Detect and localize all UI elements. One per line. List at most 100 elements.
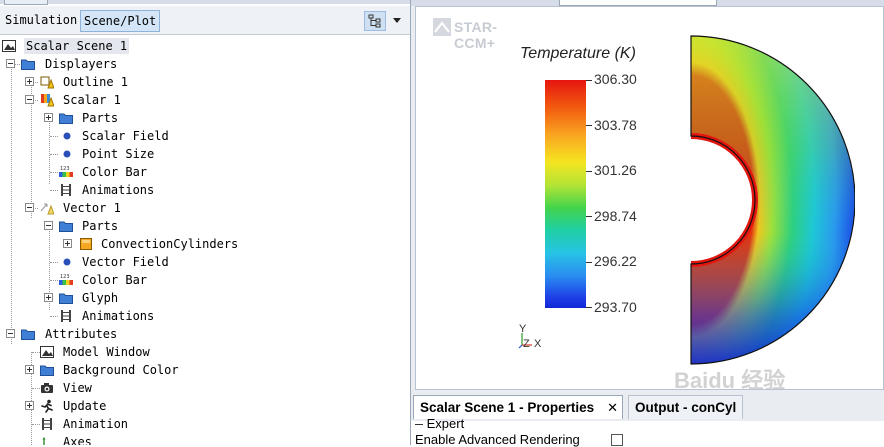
- folder-icon: [40, 365, 54, 376]
- tree-node-animation[interactable]: Animation: [0, 415, 410, 433]
- tree-label: View: [63, 381, 92, 395]
- tree-node-view[interactable]: View: [0, 379, 410, 397]
- tree-label: Background Color: [63, 363, 179, 377]
- camera-icon: [41, 383, 53, 393]
- tree-node-outline-1[interactable]: Outline 1: [0, 73, 410, 91]
- graphics-viewport[interactable]: STAR-CCM+ Temperature (K) 306.30 303.78 …: [415, 6, 884, 390]
- enable-advanced-rendering-checkbox[interactable]: [611, 434, 623, 446]
- starccm-logo-icon: [433, 18, 451, 36]
- color-bar-tick: [586, 125, 592, 126]
- tab-properties-label: Scalar Scene 1 - Properties: [420, 400, 595, 415]
- tree-node-displayers[interactable]: Displayers: [0, 55, 410, 73]
- tree-label: Glyph: [82, 291, 119, 305]
- tree-node-scalar-animations[interactable]: Animations: [0, 181, 410, 199]
- tree-node-axes[interactable]: Axes: [0, 433, 410, 445]
- expand-toggle[interactable]: [25, 401, 34, 410]
- expand-toggle[interactable]: [44, 293, 53, 302]
- scene-tree: Scalar Scene 1 Displayers Outline 1 Scal…: [0, 36, 410, 445]
- collapse-section-icon: [415, 424, 423, 426]
- expert-label: Expert: [426, 416, 465, 431]
- axis-z-label: Z: [523, 338, 530, 350]
- tree-label: Color Bar: [82, 165, 148, 179]
- folder-icon: [59, 113, 73, 124]
- tree-label: Color Bar: [82, 273, 148, 287]
- tree-node-glyph[interactable]: Glyph: [0, 289, 410, 307]
- collapse-toggle[interactable]: [25, 203, 34, 212]
- tree-node-model-window[interactable]: Model Window: [0, 343, 410, 361]
- tree-node-vector-1[interactable]: Vector 1: [0, 199, 410, 217]
- color-bar-title: Temperature (K): [520, 45, 636, 62]
- folder-icon: [59, 293, 73, 304]
- tree-node-vector-parts[interactable]: Parts: [0, 217, 410, 235]
- collapse-toggle[interactable]: [6, 59, 15, 68]
- tree-label: Update: [63, 399, 107, 413]
- simulation-tree-panel: Simulation Scene/Plot Scalar Scene 1 Dis…: [0, 0, 411, 445]
- tree-node-scalar-color-bar[interactable]: 123 Color Bar: [0, 163, 410, 181]
- expand-toggle[interactable]: [44, 113, 53, 122]
- tree-label: Parts: [82, 219, 119, 233]
- color-bar-label: 293.70: [594, 299, 637, 315]
- collapse-toggle[interactable]: [25, 95, 34, 104]
- tree-node-attributes[interactable]: Attributes: [0, 325, 410, 343]
- bullet-icon: [63, 150, 71, 158]
- tree-label: Animation: [63, 417, 129, 431]
- expert-section-header[interactable]: Expert: [415, 416, 464, 431]
- tree-label: Axes: [63, 435, 92, 445]
- tree-node-vector-animations[interactable]: Animations: [0, 307, 410, 325]
- expand-toggle[interactable]: [63, 239, 72, 248]
- tree-label: Vector 1: [63, 201, 121, 215]
- update-icon: [41, 399, 53, 413]
- panel-tab-bar: Simulation Scene/Plot: [0, 6, 410, 35]
- animations-icon: [61, 310, 71, 322]
- tree-node-vector-color-bar[interactable]: 123 Color Bar: [0, 271, 410, 289]
- bullet-icon: [63, 132, 71, 140]
- window-icon: [40, 346, 54, 358]
- logo-text: STAR-CCM+: [454, 19, 498, 51]
- tab-simulation[interactable]: Simulation: [2, 10, 80, 30]
- tree-node-update[interactable]: Update: [0, 397, 410, 415]
- tree-node-background-color[interactable]: Background Color: [0, 361, 410, 379]
- panel-menu-dropdown-button[interactable]: [390, 11, 404, 29]
- tree-node-vector-field[interactable]: Vector Field: [0, 253, 410, 271]
- scene-icon: [2, 40, 16, 52]
- color-bar-icon: 123: [59, 166, 73, 177]
- tree-label: ConvectionCylinders: [101, 237, 239, 251]
- outline-displayer-icon: [40, 76, 54, 89]
- tab-scene-plot[interactable]: Scene/Plot: [80, 10, 161, 32]
- color-bar-label: 298.74: [594, 208, 637, 224]
- folder-icon: [21, 59, 35, 70]
- tree-label: Point Size: [82, 147, 155, 161]
- tree-node-scalar-field[interactable]: Scalar Field: [0, 127, 410, 145]
- folder-icon: [21, 329, 35, 340]
- tab-output[interactable]: Output - conCyl: [628, 395, 744, 419]
- bottom-tab-bar: Scalar Scene 1 - Properties ✕ Output - c…: [411, 393, 884, 422]
- tree-node-scalar-parts[interactable]: Parts: [0, 109, 410, 127]
- temperature-contour-plot: [690, 35, 855, 365]
- tree-node-convection-cylinders[interactable]: ConvectionCylinders: [0, 235, 410, 253]
- expand-toggle[interactable]: [25, 77, 34, 86]
- color-bar-label: 296.22: [594, 253, 637, 269]
- tree-view-toggle-button[interactable]: [364, 11, 386, 31]
- window-tab-strip: [0, 0, 410, 5]
- tree-label: Scalar Scene 1: [24, 38, 130, 54]
- tree-node-scalar-1[interactable]: Scalar 1: [0, 91, 410, 109]
- window-tab[interactable]: [4, 0, 48, 5]
- properties-panel: Expert Enable Advanced Rendering: [411, 416, 884, 447]
- collapse-toggle[interactable]: [6, 329, 15, 338]
- tree-label: Attributes: [45, 327, 118, 341]
- axis-y-label: Y: [519, 323, 527, 335]
- svg-text:123: 123: [60, 274, 70, 280]
- tree-node-scalar-scene[interactable]: Scalar Scene 1: [0, 37, 410, 55]
- color-bar-tick: [586, 262, 592, 263]
- bullet-icon: [63, 258, 71, 266]
- axes-icon: [42, 437, 46, 445]
- tree-label: Parts: [82, 111, 119, 125]
- expand-toggle[interactable]: [25, 365, 34, 374]
- collapse-toggle[interactable]: [44, 221, 53, 230]
- color-bar-tick: [586, 307, 592, 308]
- close-tab-button[interactable]: ✕: [607, 396, 618, 420]
- animations-icon: [42, 418, 52, 430]
- tree-node-point-size[interactable]: Point Size: [0, 145, 410, 163]
- color-bar-tick: [586, 171, 592, 172]
- axis-triad-lines: [518, 333, 532, 349]
